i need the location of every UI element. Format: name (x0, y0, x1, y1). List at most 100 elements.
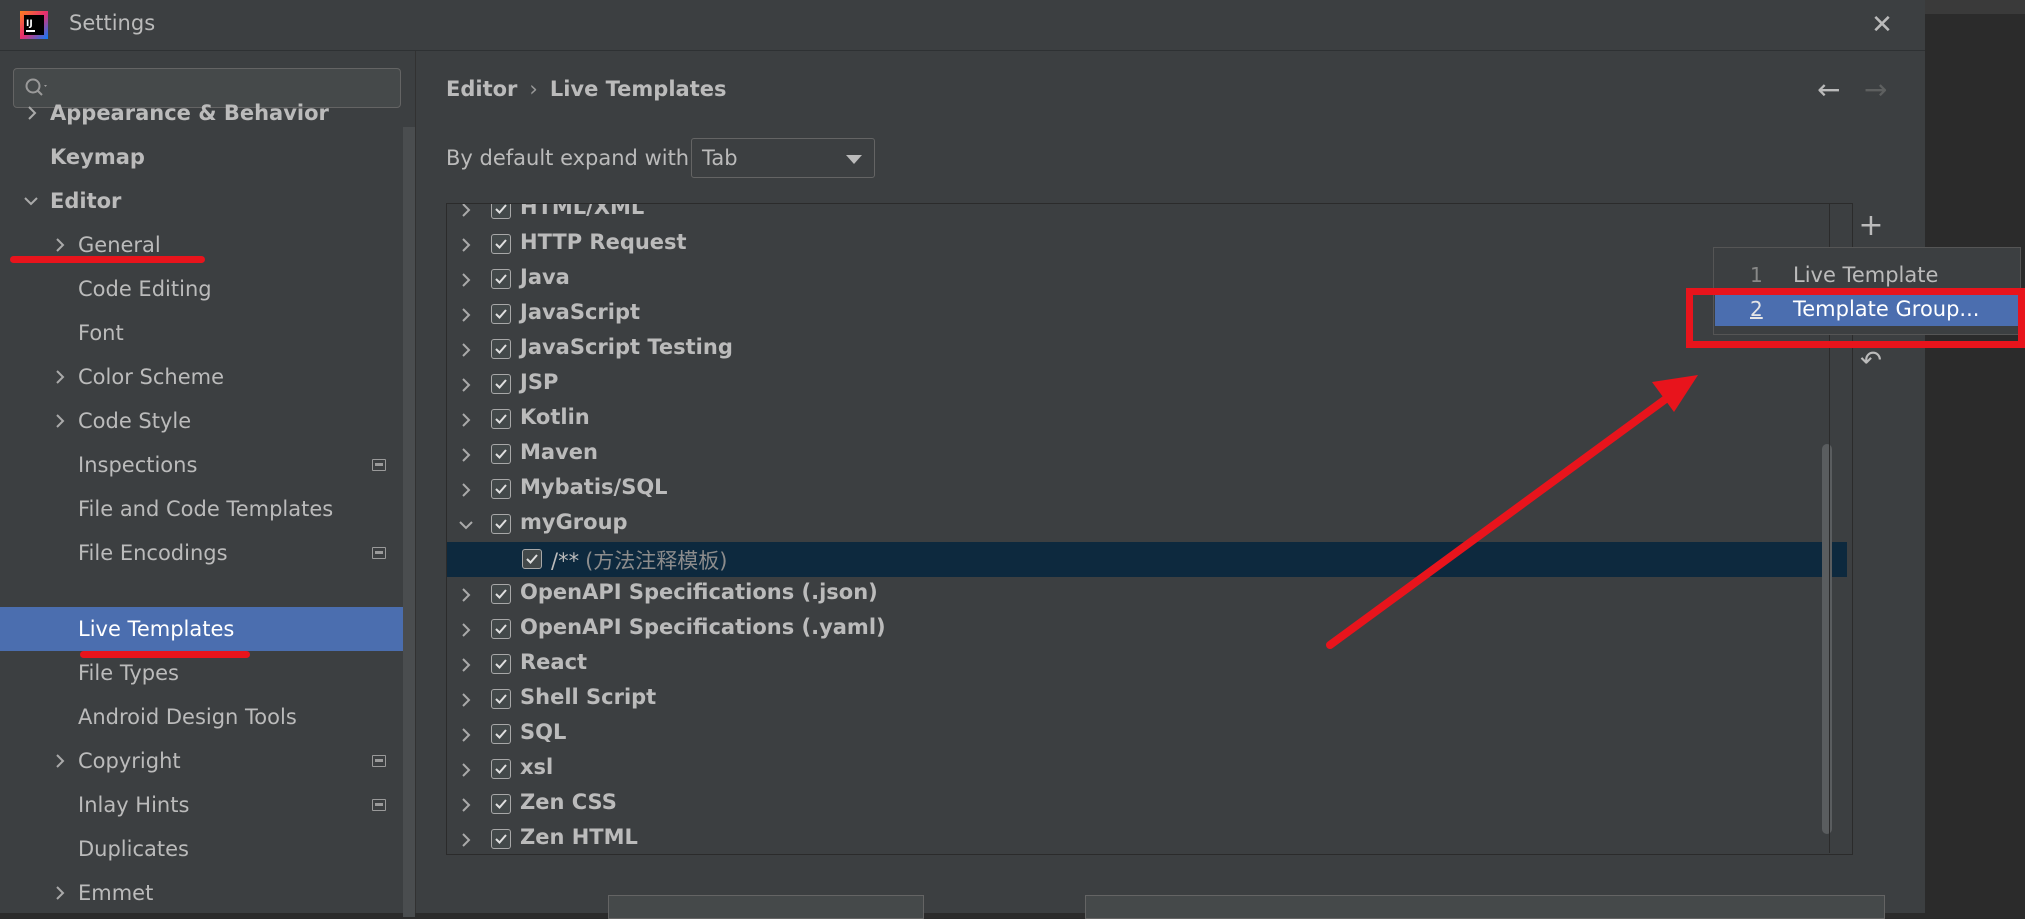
sidebar-item-label: Copyright (78, 749, 181, 773)
chevron-right-icon[interactable] (459, 343, 473, 357)
chevron-right-icon[interactable] (459, 483, 473, 497)
chevron-right-icon[interactable] (459, 833, 473, 847)
checkbox[interactable] (491, 619, 511, 639)
checkbox[interactable] (491, 234, 511, 254)
chevron-down-icon (846, 155, 862, 164)
chevron-right-icon[interactable] (459, 413, 473, 427)
sidebar-item-emmet[interactable]: Emmet (0, 871, 400, 915)
sidebar-item-keymap[interactable]: Keymap (0, 135, 400, 179)
check-icon (495, 414, 507, 424)
chevron-right-icon[interactable] (459, 623, 473, 637)
checkbox[interactable] (491, 374, 511, 394)
checkbox[interactable] (491, 304, 511, 324)
sidebar-item-code-editing[interactable]: Code Editing (0, 267, 400, 311)
check-icon (495, 834, 507, 844)
sidebar-item-file-types[interactable]: File Types (0, 651, 400, 695)
check-icon (495, 274, 507, 284)
breadcrumb-current: Live Templates (549, 77, 727, 101)
chevron-right-icon[interactable] (459, 728, 473, 742)
chevron-right-icon[interactable] (459, 238, 473, 252)
sidebar-item-editor[interactable]: Editor (0, 179, 400, 223)
checkbox[interactable] (491, 654, 511, 674)
checkbox[interactable] (491, 479, 511, 499)
template-group-row[interactable]: HTML/XML (447, 203, 1847, 227)
menu-item-live-template[interactable]: 1 Live Template (1715, 258, 2019, 292)
template-name: Maven (520, 440, 598, 464)
template-group-row[interactable]: SQL (447, 717, 1847, 752)
checkbox[interactable] (491, 514, 511, 534)
back-arrow-icon[interactable]: ← (1817, 73, 1840, 106)
template-name: HTML/XML (520, 203, 645, 219)
sidebar-item-duplicates[interactable]: Duplicates (0, 827, 400, 871)
check-icon (495, 309, 507, 319)
sidebar-item-file-encodings[interactable]: File Encodings (0, 531, 400, 575)
template-group-row[interactable]: Zen CSS (447, 787, 1847, 822)
check-icon (495, 659, 507, 669)
breadcrumb: Editor › Live Templates (446, 77, 726, 101)
sidebar-item-code-style[interactable]: Code Style (0, 399, 400, 443)
chevron-right-icon[interactable] (459, 273, 473, 287)
checkbox[interactable] (491, 689, 511, 709)
chevron-right-icon[interactable] (459, 658, 473, 672)
template-label: Mybatis/SQL (520, 475, 668, 499)
checkbox[interactable] (491, 409, 511, 429)
breadcrumb-parent[interactable]: Editor (446, 77, 517, 101)
chevron-right-icon[interactable] (459, 448, 473, 462)
chevron-right-icon[interactable] (459, 763, 473, 777)
close-icon[interactable]: ✕ (1866, 9, 1898, 41)
sidebar-item-live-templates[interactable]: Live Templates (0, 607, 415, 651)
checkbox[interactable] (491, 759, 511, 779)
checkbox[interactable] (491, 829, 511, 849)
description-field[interactable] (1085, 895, 1885, 919)
sidebar-item-label: Emmet (78, 881, 154, 905)
checkbox[interactable] (491, 794, 511, 814)
annotation-arrow (1326, 375, 1698, 649)
chevron-right-icon[interactable] (459, 798, 473, 812)
forward-arrow-icon[interactable]: → (1864, 73, 1887, 106)
check-icon (495, 799, 507, 809)
checkbox[interactable] (491, 584, 511, 604)
project-settings-icon (372, 799, 386, 811)
checkbox[interactable] (491, 724, 511, 744)
chevron-right-icon[interactable] (459, 308, 473, 322)
checkbox[interactable] (491, 269, 511, 289)
chevron-right-icon[interactable] (459, 378, 473, 392)
editor-background (1925, 0, 2025, 913)
chevron-right-icon[interactable] (459, 693, 473, 707)
sidebar-scrollbar[interactable] (403, 127, 415, 917)
sidebar-item-color-scheme[interactable]: Color Scheme (0, 355, 400, 399)
template-group-row[interactable]: HTTP Request (447, 227, 1847, 262)
checkbox[interactable] (491, 204, 511, 219)
template-label: OpenAPI Specifications (.yaml) (520, 615, 886, 639)
sidebar-item-general[interactable]: General (0, 223, 400, 267)
sidebar-item-inspections[interactable]: Inspections (0, 443, 400, 487)
template-group-row[interactable]: Shell Script (447, 682, 1847, 717)
abbreviation-field[interactable] (608, 895, 924, 919)
sidebar-item-file-code-templates[interactable]: File and Code Templates (0, 487, 400, 531)
undo-icon[interactable]: ↶ (1856, 346, 1886, 376)
chevron-right-icon[interactable] (459, 203, 473, 217)
sidebar-item-label: General (78, 233, 161, 257)
template-name: Zen HTML (520, 825, 638, 849)
checkbox[interactable] (491, 339, 511, 359)
sidebar-item-font[interactable]: Font (0, 311, 400, 355)
templates-scrollbar[interactable] (1822, 444, 1832, 834)
checkbox[interactable] (491, 444, 511, 464)
template-group-row[interactable]: Zen HTML (447, 822, 1847, 854)
template-group-row[interactable]: xsl (447, 752, 1847, 787)
template-group-row[interactable]: JavaScript (447, 297, 1847, 332)
checkbox[interactable] (522, 549, 542, 569)
add-icon[interactable]: + (1856, 211, 1886, 241)
chevron-right-icon (28, 106, 37, 120)
chevron-down-icon[interactable] (459, 518, 473, 532)
sidebar-item-copyright[interactable]: Copyright (0, 739, 400, 783)
sidebar-item-inlay-hints[interactable]: Inlay Hints (0, 783, 400, 827)
sidebar-item-android-design-tools[interactable]: Android Design Tools (0, 695, 400, 739)
check-icon (495, 449, 507, 459)
template-group-row[interactable]: Java (447, 262, 1847, 297)
sidebar-item-appearance-behavior[interactable]: Appearance & Behavior (0, 91, 400, 135)
template-label: Zen HTML (520, 825, 638, 849)
expand-with-select[interactable]: Tab (691, 138, 875, 178)
template-label: JavaScript (520, 300, 640, 324)
chevron-right-icon[interactable] (459, 588, 473, 602)
